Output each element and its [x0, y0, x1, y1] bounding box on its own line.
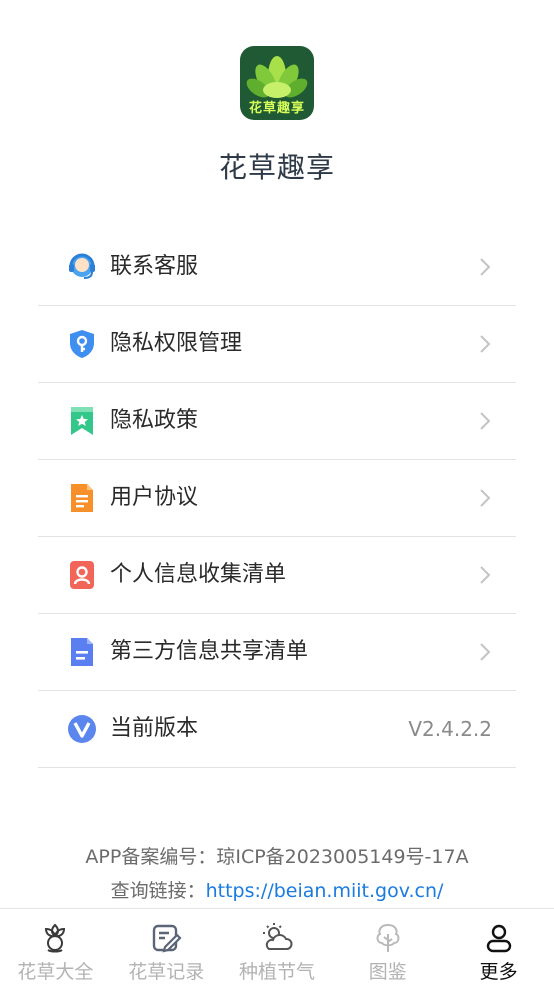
- menu-item-personal-info-list[interactable]: 个人信息收集清单: [38, 537, 516, 614]
- chevron-right-icon: [480, 335, 491, 353]
- app-logo: 花草趣享: [240, 46, 314, 120]
- edit-note-icon: [152, 924, 182, 953]
- chevron-right-icon: [480, 258, 491, 276]
- flower-icon: [45, 923, 66, 953]
- app-title: 花草趣享: [218, 151, 335, 184]
- document-icon: [71, 484, 93, 512]
- tab-flower-records[interactable]: 花草记录: [111, 909, 222, 985]
- menu-label: 第三方信息共享清单: [110, 639, 309, 664]
- icp-record-text: APP备案编号：琼ICP备2023005149号-17A: [85, 846, 469, 868]
- person-card-icon: [70, 561, 94, 589]
- shield-key-icon: [70, 330, 94, 358]
- tab-label: 更多: [479, 961, 518, 983]
- version-v-icon: [68, 715, 96, 743]
- version-value: V2.4.2.2: [408, 717, 492, 741]
- logo-text: 花草趣享: [248, 101, 305, 116]
- icp-query-link[interactable]: https://beian.miit.gov.cn/: [206, 880, 444, 902]
- tree-icon: [376, 923, 400, 952]
- chevron-right-icon: [480, 412, 491, 430]
- bookmark-star-icon: [71, 407, 93, 435]
- menu-label: 当前版本: [110, 716, 199, 741]
- menu-label: 个人信息收集清单: [110, 562, 287, 587]
- settings-menu: 联系客服 隐私权限管理 隐私政策 用户协议 个人信息收集清单 第三方信息共享清单…: [38, 229, 516, 768]
- tab-label: 花草大全: [17, 961, 94, 983]
- tab-flower-encyclopedia[interactable]: 花草大全: [0, 909, 111, 985]
- menu-item-third-party-sharing[interactable]: 第三方信息共享清单: [38, 614, 516, 691]
- menu-item-customer-service[interactable]: 联系客服: [38, 229, 516, 306]
- menu-item-user-agreement[interactable]: 用户协议: [38, 460, 516, 537]
- menu-item-privacy-policy[interactable]: 隐私政策: [38, 383, 516, 460]
- chevron-right-icon: [480, 489, 491, 507]
- customer-service-icon: [69, 253, 95, 279]
- icp-query-line: 查询链接：https://beian.miit.gov.cn/: [0, 874, 554, 908]
- app-header: 花草趣享 花草趣享: [0, 0, 554, 200]
- tab-label: 种植节气: [238, 961, 315, 983]
- user-icon: [486, 924, 511, 953]
- chevron-right-icon: [480, 643, 491, 661]
- icp-footer: APP备案编号：琼ICP备2023005149号-17A 查询链接：https:…: [0, 840, 554, 908]
- icp-query-label: 查询链接：: [110, 880, 206, 902]
- sun-cloud-icon: [262, 923, 293, 950]
- tab-planting-solar-terms[interactable]: 种植节气: [222, 909, 333, 985]
- tab-more[interactable]: 更多: [443, 909, 554, 985]
- menu-label: 用户协议: [110, 485, 199, 510]
- menu-item-privacy-permissions[interactable]: 隐私权限管理: [38, 306, 516, 383]
- tab-illustrated-guide[interactable]: 图鉴: [332, 909, 443, 985]
- bottom-tab-bar: 花草大全 花草记录 种植节气 图鉴 更多: [0, 908, 554, 985]
- list-doc-icon: [71, 638, 93, 666]
- menu-label: 联系客服: [110, 254, 199, 279]
- menu-item-current-version[interactable]: 当前版本 V2.4.2.2: [38, 691, 516, 768]
- menu-label: 隐私政策: [110, 408, 199, 433]
- menu-label: 隐私权限管理: [110, 331, 243, 356]
- tab-label: 图鉴: [368, 961, 407, 983]
- tab-label: 花草记录: [128, 961, 205, 983]
- chevron-right-icon: [480, 566, 491, 584]
